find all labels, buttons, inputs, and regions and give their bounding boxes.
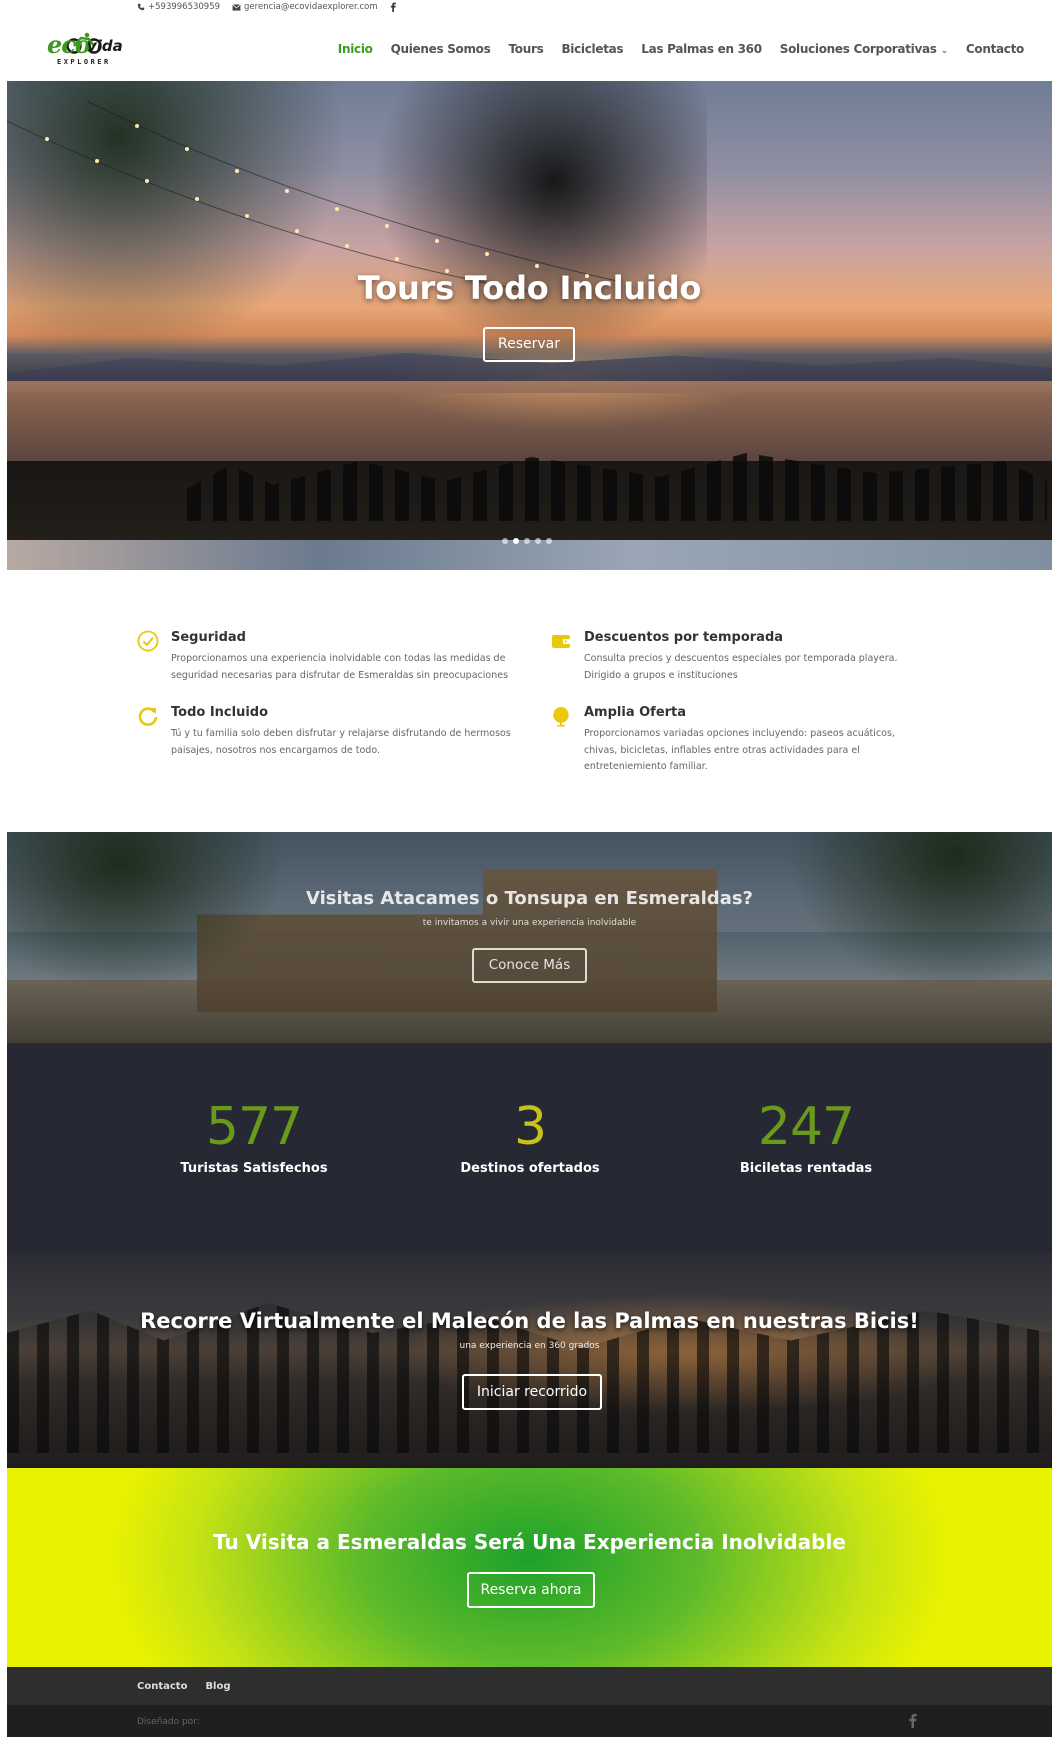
- promo-subtitle: te invitamos a vivir una experiencia ino…: [422, 918, 637, 928]
- slider-dot[interactable]: [535, 538, 541, 544]
- check-circle-icon: [137, 630, 159, 652]
- feature-title: Amplia Oferta: [584, 705, 687, 720]
- nav-item-quienes-somos[interactable]: Quienes Somos: [382, 42, 500, 56]
- facebook-link[interactable]: [390, 2, 396, 12]
- virtual-subtitle: una experiencia en 360 grados: [459, 1341, 600, 1351]
- cta-section: Tu Visita a Esmeraldas Será Una Experien…: [7, 1468, 1052, 1667]
- page: +593996530959 gerencia@ecovidaexplorer.c…: [0, 0, 1059, 1737]
- stat-label: Destinos ofertados: [460, 1161, 600, 1176]
- logo-vida: vida: [87, 37, 123, 55]
- footer-link-blog[interactable]: Blog: [205, 1681, 230, 1692]
- stat-value: 577: [205, 1097, 303, 1157]
- footer-link-contacto[interactable]: Contacto: [137, 1681, 187, 1692]
- email-address: gerencia@ecovidaexplorer.com: [244, 2, 378, 12]
- footer-bottom: Diseñado por:: [7, 1705, 1052, 1737]
- footer-credit: Diseñado por:: [137, 1717, 200, 1727]
- wallet-icon: [552, 635, 570, 648]
- stat-value: 3: [513, 1097, 547, 1157]
- phone-contact[interactable]: +593996530959: [137, 2, 220, 12]
- nav-item-tours[interactable]: Tours: [499, 42, 552, 56]
- stat-value: 247: [757, 1097, 855, 1157]
- feature-title: Seguridad: [171, 630, 246, 645]
- site-header: eco vida EXPLORER Inicio Quienes Somos T…: [7, 18, 1052, 81]
- hero-slider: Tours Todo Incluido Reservar: [7, 81, 1052, 570]
- virtual-title: Recorre Virtualmente el Malecón de las P…: [140, 1309, 919, 1333]
- slider-dot[interactable]: [524, 538, 530, 544]
- facebook-icon: [390, 2, 396, 12]
- promo-overlay: [7, 832, 1052, 1043]
- stat-turistas: 577 Turistas Satisfechos: [134, 1099, 374, 1176]
- stat-label: Turistas Satisfechos: [180, 1161, 328, 1176]
- slider-dot-active[interactable]: [513, 538, 519, 544]
- phone-icon: [137, 3, 145, 11]
- stats-section: 577 Turistas Satisfechos 3 Destinos ofer…: [7, 1043, 1052, 1253]
- envelope-icon: [232, 3, 241, 11]
- reservar-button[interactable]: Reservar: [483, 327, 575, 362]
- nav-item-las-palmas-360[interactable]: Las Palmas en 360: [632, 42, 770, 56]
- promo-title: Visitas Atacames o Tonsupa en Esmeraldas…: [305, 888, 753, 909]
- next-slide-preview: [7, 540, 1052, 570]
- nav-item-bicicletas[interactable]: Bicicletas: [552, 42, 632, 56]
- promo-banner: Visitas Atacames o Tonsupa en Esmeraldas…: [7, 832, 1052, 1043]
- phone-number: +593996530959: [148, 2, 221, 12]
- nav-item-soluciones-corporativas[interactable]: Soluciones Corporativas ⌄: [771, 42, 957, 56]
- iniciar-recorrido-button[interactable]: Iniciar recorrido: [462, 1374, 602, 1410]
- cta-title: Tu Visita a Esmeraldas Será Una Experien…: [213, 1530, 846, 1554]
- virtual-tour-banner: Recorre Virtualmente el Malecón de las P…: [7, 1253, 1052, 1468]
- slider-dot[interactable]: [502, 538, 508, 544]
- slider-dots: [502, 538, 552, 544]
- logo-subtitle: EXPLORER: [57, 58, 111, 66]
- logo-eco: eco: [47, 30, 91, 59]
- feature-text: Consulta precios y descuentos especiales…: [584, 653, 898, 681]
- nav-item-inicio[interactable]: Inicio: [329, 42, 382, 56]
- feature-title: Todo Incluido: [171, 705, 269, 720]
- site-logo[interactable]: eco vida EXPLORER: [47, 30, 137, 70]
- main-nav: Inicio Quienes Somos Tours Bicicletas La…: [329, 42, 1033, 56]
- hero-title: Tours Todo Incluido: [357, 269, 702, 307]
- slider-dot[interactable]: [546, 538, 552, 544]
- stat-destinos: 3 Destinos ofertados: [410, 1099, 650, 1176]
- facebook-icon[interactable]: [908, 1713, 917, 1732]
- email-contact[interactable]: gerencia@ecovidaexplorer.com: [232, 2, 378, 12]
- nav-item-contacto[interactable]: Contacto: [957, 42, 1033, 56]
- conoce-mas-button[interactable]: Conoce Más: [472, 948, 587, 983]
- features-section: Seguridad Proporcionamos una experiencia…: [0, 570, 1059, 832]
- globe-icon: [553, 707, 569, 727]
- reserva-ahora-button[interactable]: Reserva ahora: [467, 1572, 595, 1608]
- feature-text: Tú y tu familia solo deben disfrutar y r…: [171, 728, 511, 756]
- nav-item-label: Soluciones Corporativas: [779, 42, 937, 56]
- footer-nav: Contacto Blog: [7, 1667, 1052, 1705]
- stat-label: Biciletas rentadas: [739, 1161, 873, 1176]
- feature-text: Proporcionamos variadas opciones incluye…: [584, 728, 895, 772]
- refresh-icon: [138, 707, 158, 726]
- top-bar: +593996530959 gerencia@ecovidaexplorer.c…: [0, 0, 1059, 16]
- chevron-down-icon: ⌄: [940, 46, 949, 56]
- feature-text: Proporcionamos una experiencia inolvidab…: [171, 653, 509, 681]
- stat-bicicletas: 247 Biciletas rentadas: [686, 1099, 926, 1176]
- feature-title: Descuentos por temporada: [584, 630, 784, 645]
